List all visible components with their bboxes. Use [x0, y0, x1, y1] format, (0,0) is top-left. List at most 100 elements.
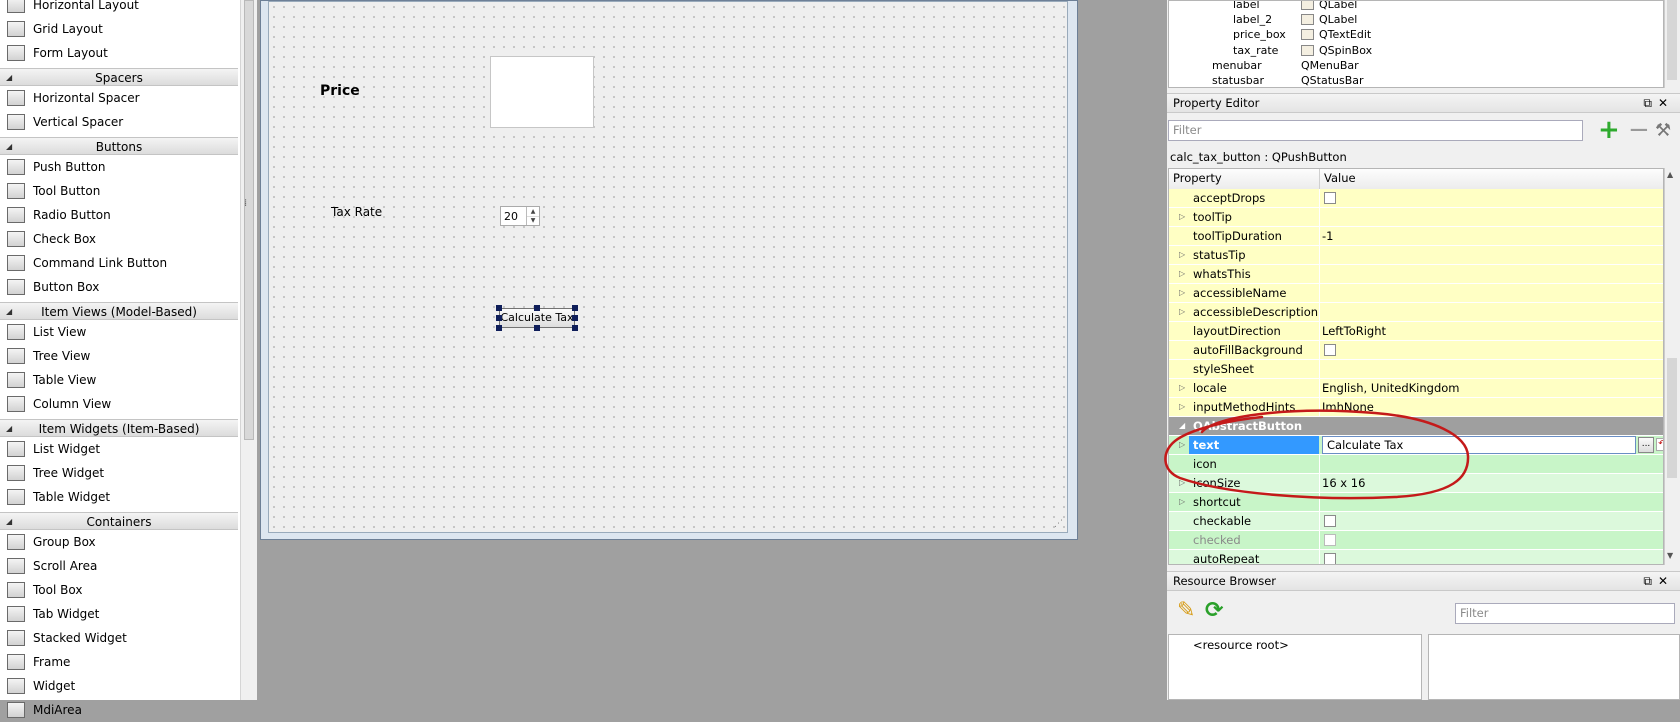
- object-row-tax-rate[interactable]: tax_rate QSpinBox: [1169, 43, 1649, 58]
- collapse-arrow-icon[interactable]: ◢: [6, 303, 12, 321]
- property-row-locale[interactable]: ▷ locale English, UnitedKingdom: [1169, 379, 1663, 398]
- widget-category-item-views-model-based[interactable]: ◢ Item Views (Model-Based): [0, 302, 238, 320]
- widget-item-table-view[interactable]: Table View: [0, 368, 238, 392]
- widget-item-list-view[interactable]: List View: [0, 320, 238, 344]
- property-row-layout-direction[interactable]: layoutDirection LeftToRight: [1169, 322, 1663, 341]
- widget-item-frame[interactable]: Frame: [0, 650, 238, 674]
- expand-arrow-icon[interactable]: ▷: [1179, 208, 1185, 226]
- property-row-checkable[interactable]: checkable: [1169, 512, 1663, 531]
- widget-item-command-link-button[interactable]: Command Link Button: [0, 251, 238, 275]
- remove-property-icon[interactable]: −: [1628, 117, 1650, 143]
- property-row-checked[interactable]: checked: [1169, 531, 1663, 550]
- property-value[interactable]: [1322, 493, 1652, 511]
- collapse-arrow-icon[interactable]: ◢: [6, 138, 12, 156]
- add-property-icon[interactable]: +: [1598, 117, 1620, 143]
- form-canvas[interactable]: Price Tax Rate 20 ▲ ▼ Calculate Tax ⋰: [268, 1, 1068, 533]
- widget-category-containers[interactable]: ◢ Containers: [0, 512, 238, 530]
- widget-item-mdiarea[interactable]: MdiArea: [0, 698, 238, 722]
- expand-arrow-icon[interactable]: ▷: [1179, 436, 1185, 454]
- widget-item-tool-box[interactable]: Tool Box: [0, 578, 238, 602]
- resize-handle[interactable]: [496, 305, 502, 311]
- property-row-auto-repeat[interactable]: autoRepeat: [1169, 550, 1663, 564]
- splitter-grip-icon[interactable]: ⁞: [244, 198, 247, 209]
- property-value[interactable]: [1322, 208, 1652, 226]
- value-column-header[interactable]: Value: [1324, 169, 1356, 188]
- resize-handle[interactable]: [534, 325, 540, 331]
- expand-arrow-icon[interactable]: ▷: [1179, 398, 1185, 416]
- price-label[interactable]: Price: [320, 83, 360, 99]
- widget-box-scrollbar[interactable]: [240, 0, 257, 700]
- resize-handle[interactable]: [572, 305, 578, 311]
- property-row-shortcut[interactable]: ▷ shortcut: [1169, 493, 1663, 512]
- widget-item-group-box[interactable]: Group Box: [0, 530, 238, 554]
- collapse-arrow-icon[interactable]: ◢: [6, 513, 12, 531]
- widget-item-tool-button[interactable]: Tool Button: [0, 179, 238, 203]
- property-row-whats-this[interactable]: ▷ whatsThis: [1169, 265, 1663, 284]
- reset-property-icon[interactable]: ↶: [1656, 438, 1663, 451]
- property-row-auto-fill-background[interactable]: autoFillBackground: [1169, 341, 1663, 360]
- property-checkbox[interactable]: [1324, 515, 1336, 527]
- widget-item-check-box[interactable]: Check Box: [0, 227, 238, 251]
- widget-category-buttons[interactable]: ◢ Buttons: [0, 137, 238, 155]
- widget-item-tab-widget[interactable]: Tab Widget: [0, 602, 238, 626]
- price-text-edit[interactable]: [490, 56, 594, 128]
- property-column-header[interactable]: Property: [1173, 169, 1222, 188]
- property-row-text[interactable]: ▷textCalculate Tax...↶: [1169, 436, 1663, 455]
- widget-item-table-widget[interactable]: Table Widget: [0, 485, 238, 509]
- widget-item-horizontal-layout[interactable]: Horizontal Layout: [0, 0, 238, 17]
- widget-item-tree-widget[interactable]: Tree Widget: [0, 461, 238, 485]
- property-row-qabstract-button[interactable]: ◢ QAbstractButton: [1169, 417, 1663, 436]
- property-value[interactable]: -1: [1322, 227, 1652, 245]
- reload-icon[interactable]: ⟳: [1205, 598, 1223, 623]
- property-row-tool-tip-duration[interactable]: toolTipDuration -1: [1169, 227, 1663, 246]
- property-row-tool-tip[interactable]: ▷ toolTip: [1169, 208, 1663, 227]
- property-value[interactable]: [1322, 455, 1652, 473]
- property-row-status-tip[interactable]: ▷ statusTip: [1169, 246, 1663, 265]
- property-checkbox[interactable]: [1324, 553, 1336, 564]
- widget-item-grid-layout[interactable]: Grid Layout: [0, 17, 238, 41]
- scroll-down-icon[interactable]: ▼: [1667, 551, 1673, 560]
- property-row-accessible-name[interactable]: ▷ accessibleName: [1169, 284, 1663, 303]
- property-row-icon-size[interactable]: ▷ iconSize 16 x 16: [1169, 474, 1663, 493]
- scrollbar-thumb[interactable]: [1667, 358, 1677, 478]
- property-value[interactable]: [1322, 303, 1652, 321]
- collapse-arrow-icon[interactable]: ◢: [1179, 417, 1185, 435]
- object-row-label-2[interactable]: label_2 QLabel: [1169, 12, 1649, 27]
- widget-item-stacked-widget[interactable]: Stacked Widget: [0, 626, 238, 650]
- property-row-style-sheet[interactable]: styleSheet: [1169, 360, 1663, 379]
- resize-handle[interactable]: [572, 325, 578, 331]
- configure-wrench-icon[interactable]: ⚒: [1655, 120, 1671, 141]
- collapse-arrow-icon[interactable]: ◢: [6, 69, 12, 87]
- expand-arrow-icon[interactable]: ▷: [1179, 474, 1185, 492]
- property-value[interactable]: [1322, 360, 1652, 378]
- widget-item-list-widget[interactable]: List Widget: [0, 437, 238, 461]
- tax-rate-label[interactable]: Tax Rate: [331, 205, 382, 219]
- widget-item-horizontal-spacer[interactable]: Horizontal Spacer: [0, 86, 238, 110]
- property-value[interactable]: LeftToRight: [1322, 322, 1652, 340]
- scrollbar-thumb[interactable]: [1667, 0, 1677, 80]
- resource-file-list[interactable]: [1428, 634, 1680, 700]
- object-row-price-box[interactable]: price_box QTextEdit: [1169, 27, 1649, 42]
- widget-category-item-widgets-item-based[interactable]: ◢ Item Widgets (Item-Based): [0, 419, 238, 437]
- resource-tree[interactable]: <resource root>: [1168, 634, 1422, 700]
- resource-root-item[interactable]: <resource root>: [1193, 638, 1289, 652]
- collapse-arrow-icon[interactable]: ◢: [6, 420, 12, 438]
- close-icon[interactable]: ✕: [1658, 96, 1674, 110]
- widget-item-scroll-area[interactable]: Scroll Area: [0, 554, 238, 578]
- expand-arrow-icon[interactable]: ▷: [1179, 493, 1185, 511]
- resource-filter-input[interactable]: Filter: [1455, 603, 1675, 624]
- widget-item-push-button[interactable]: Push Button: [0, 155, 238, 179]
- property-value[interactable]: ImhNone: [1322, 398, 1652, 416]
- edit-resources-pencil-icon[interactable]: ✎: [1177, 598, 1195, 623]
- close-icon[interactable]: ✕: [1658, 574, 1674, 588]
- property-checkbox[interactable]: [1324, 344, 1336, 356]
- property-value[interactable]: [1322, 265, 1652, 283]
- widget-item-column-view[interactable]: Column View: [0, 392, 238, 416]
- widget-item-widget[interactable]: Widget: [0, 674, 238, 698]
- widget-item-button-box[interactable]: Button Box: [0, 275, 238, 299]
- widget-item-vertical-spacer[interactable]: Vertical Spacer: [0, 110, 238, 134]
- property-row-icon[interactable]: icon: [1169, 455, 1663, 474]
- object-row-label[interactable]: label QLabel: [1169, 1, 1649, 12]
- widget-item-tree-view[interactable]: Tree View: [0, 344, 238, 368]
- resize-handle[interactable]: [572, 315, 578, 321]
